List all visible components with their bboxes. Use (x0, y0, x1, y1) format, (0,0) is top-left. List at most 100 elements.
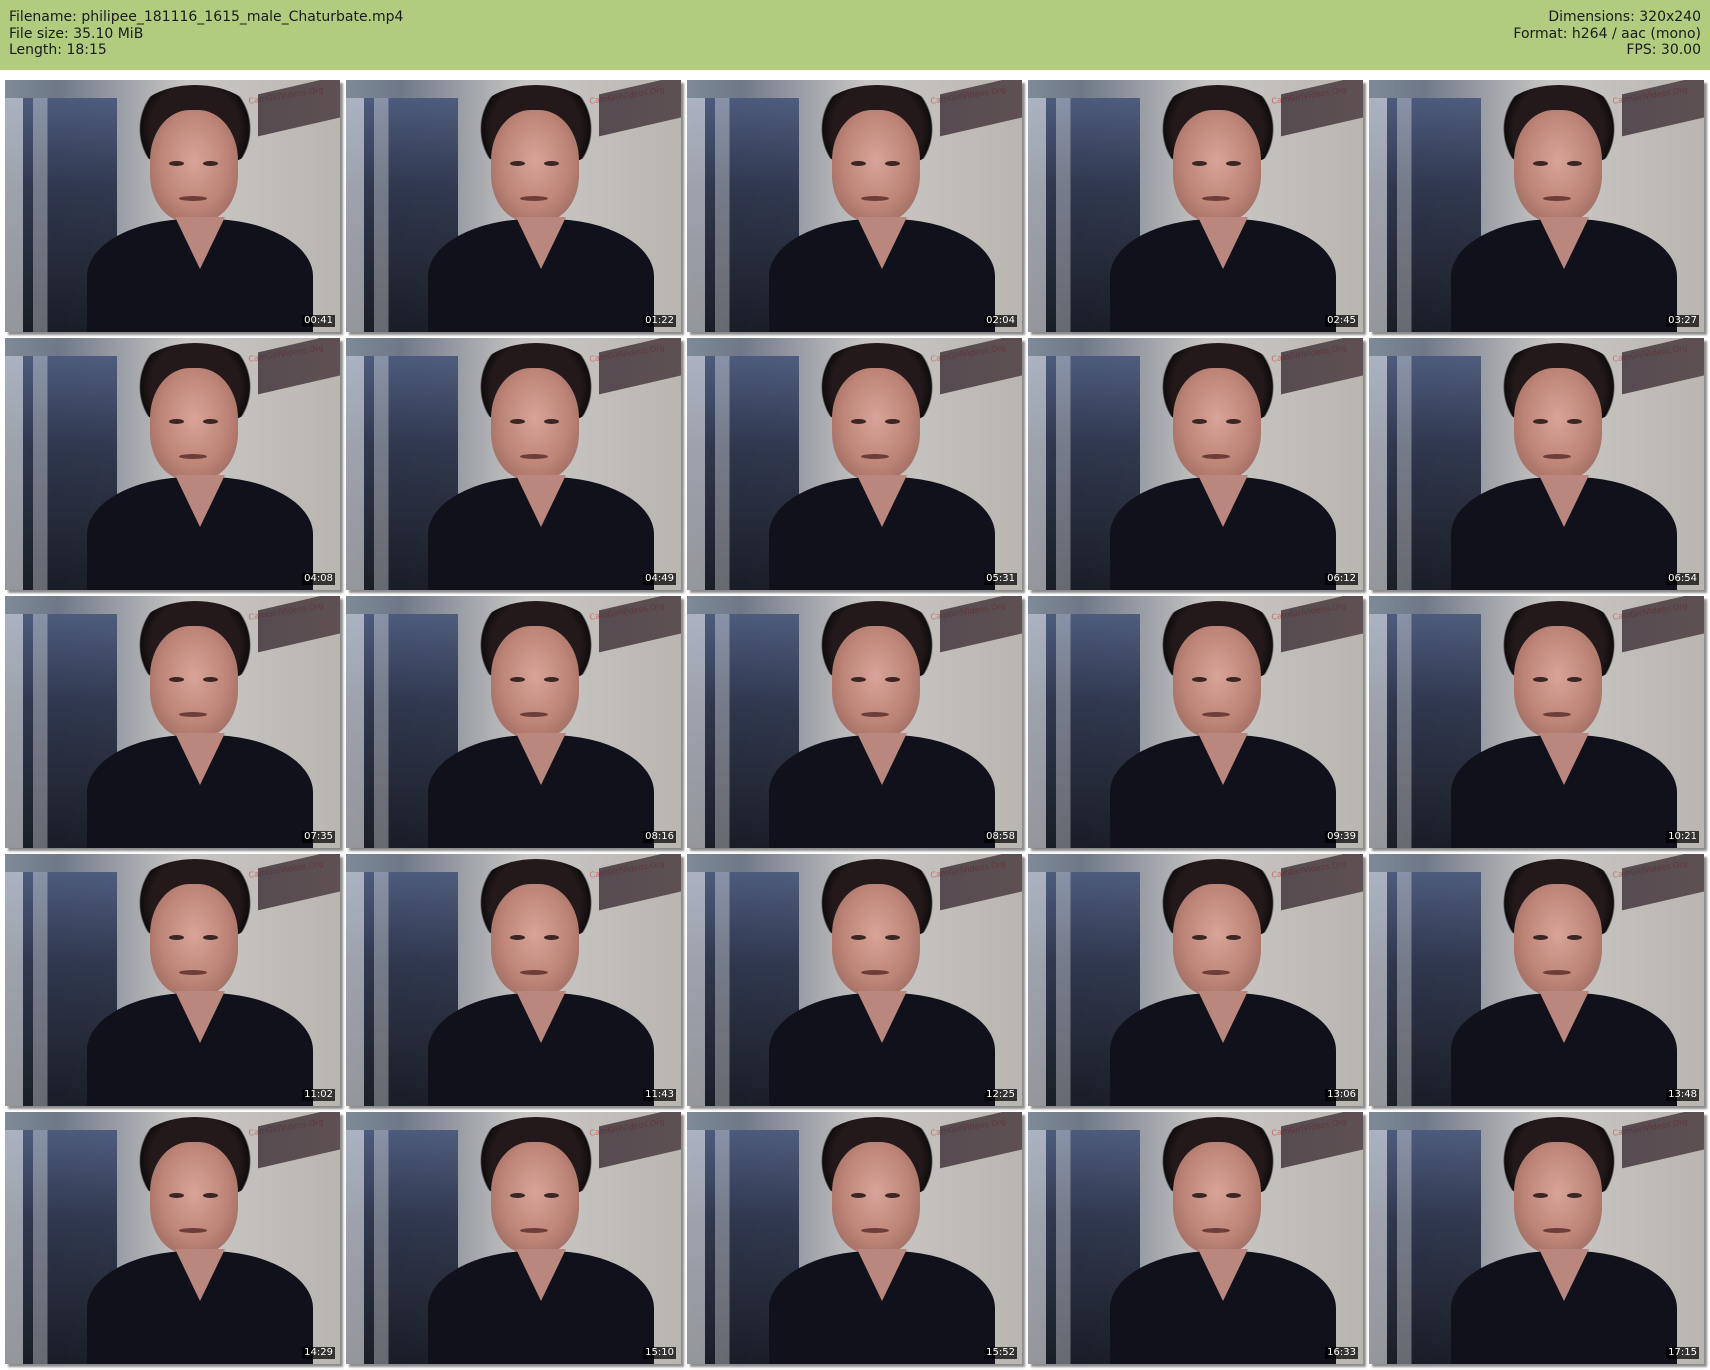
face-shape (832, 626, 920, 738)
shirt-shape (1451, 735, 1677, 848)
face-shape (491, 884, 579, 996)
shirt-shape (769, 1251, 995, 1364)
thumbnail-watermark: CamGirlVideos.Org (588, 859, 666, 880)
face-shape (1514, 1142, 1602, 1254)
video-thumbnail[interactable]: CamGirlVideos.Org 09:39 (1028, 596, 1363, 848)
thumbnail-watermark: CamGirlVideos.Org (1611, 85, 1689, 106)
shirt-shape (769, 735, 995, 848)
timestamp-label: 13:48 (1666, 1089, 1699, 1101)
video-thumbnail[interactable]: CamGirlVideos.Org 11:02 (5, 854, 340, 1106)
video-thumbnail[interactable]: CamGirlVideos.Org 04:49 (346, 338, 681, 590)
video-thumbnail[interactable]: CamGirlVideos.Org 04:08 (5, 338, 340, 590)
shirt-shape (769, 219, 995, 332)
video-thumbnail[interactable]: CamGirlVideos.Org 05:31 (687, 338, 1022, 590)
shirt-shape (87, 1251, 313, 1364)
face-shape (1173, 110, 1261, 222)
timestamp-label: 15:10 (643, 1347, 676, 1359)
timestamp-label: 12:25 (984, 1089, 1017, 1101)
face-shape (832, 884, 920, 996)
video-thumbnail[interactable]: CamGirlVideos.Org 02:45 (1028, 80, 1363, 332)
face-shape (491, 626, 579, 738)
timestamp-label: 14:29 (302, 1347, 335, 1359)
face-shape (150, 626, 238, 738)
timestamp-label: 04:49 (643, 573, 676, 585)
shirt-shape (428, 993, 654, 1106)
thumbnail-watermark: CamGirlVideos.Org (1270, 859, 1348, 880)
shirt-shape (87, 219, 313, 332)
thumbnail-watermark: CamGirlVideos.Org (588, 1117, 666, 1138)
shirt-shape (1110, 219, 1336, 332)
timestamp-label: 02:45 (1325, 315, 1358, 327)
thumbnail-watermark: CamGirlVideos.Org (929, 85, 1007, 106)
face-shape (150, 110, 238, 222)
shirt-shape (1110, 735, 1336, 848)
face-shape (1514, 110, 1602, 222)
timestamp-label: 16:33 (1325, 1347, 1358, 1359)
video-thumbnail[interactable]: CamGirlVideos.Org 08:58 (687, 596, 1022, 848)
timestamp-label: 01:22 (643, 315, 676, 327)
thumbnail-watermark: CamGirlVideos.Org (929, 859, 1007, 880)
video-thumbnail[interactable]: CamGirlVideos.Org 02:04 (687, 80, 1022, 332)
timestamp-label: 10:21 (1666, 831, 1699, 843)
face-shape (1173, 1142, 1261, 1254)
video-thumbnail[interactable]: CamGirlVideos.Org 08:16 (346, 596, 681, 848)
face-shape (491, 110, 579, 222)
video-thumbnail[interactable]: CamGirlVideos.Org 16:33 (1028, 1112, 1363, 1364)
face-shape (491, 1142, 579, 1254)
thumbnail-watermark: CamGirlVideos.Org (1611, 343, 1689, 364)
thumbnail-watermark: CamGirlVideos.Org (247, 601, 325, 622)
face-shape (832, 368, 920, 480)
thumbnail-watermark: CamGirlVideos.Org (929, 601, 1007, 622)
shirt-shape (1451, 219, 1677, 332)
shirt-shape (1110, 993, 1336, 1106)
video-thumbnail[interactable]: CamGirlVideos.Org 14:29 (5, 1112, 340, 1364)
thumbnail-grid: CamGirlVideos.Org 00:41 CamGirlVideos.Or… (0, 0, 1710, 1370)
timestamp-label: 06:12 (1325, 573, 1358, 585)
timestamp-label: 06:54 (1666, 573, 1699, 585)
video-thumbnail[interactable]: CamGirlVideos.Org 13:06 (1028, 854, 1363, 1106)
timestamp-label: 08:58 (984, 831, 1017, 843)
shirt-shape (87, 477, 313, 590)
thumbnail-watermark: CamGirlVideos.Org (1611, 1117, 1689, 1138)
face-shape (150, 1142, 238, 1254)
video-thumbnail[interactable]: CamGirlVideos.Org 15:10 (346, 1112, 681, 1364)
video-thumbnail[interactable]: CamGirlVideos.Org 15:52 (687, 1112, 1022, 1364)
face-shape (1173, 368, 1261, 480)
video-thumbnail[interactable]: CamGirlVideos.Org 10:21 (1369, 596, 1704, 848)
timestamp-label: 11:02 (302, 1089, 335, 1101)
timestamp-label: 07:35 (302, 831, 335, 843)
thumbnail-watermark: CamGirlVideos.Org (247, 85, 325, 106)
shirt-shape (87, 993, 313, 1106)
timestamp-label: 02:04 (984, 315, 1017, 327)
thumbnail-watermark: CamGirlVideos.Org (1611, 859, 1689, 880)
thumbnail-watermark: CamGirlVideos.Org (588, 601, 666, 622)
face-shape (491, 368, 579, 480)
thumbnail-watermark: CamGirlVideos.Org (247, 1117, 325, 1138)
video-thumbnail[interactable]: CamGirlVideos.Org 12:25 (687, 854, 1022, 1106)
timestamp-label: 13:06 (1325, 1089, 1358, 1101)
video-thumbnail[interactable]: CamGirlVideos.Org 03:27 (1369, 80, 1704, 332)
shirt-shape (769, 477, 995, 590)
shirt-shape (769, 993, 995, 1106)
face-shape (832, 110, 920, 222)
video-thumbnail[interactable]: CamGirlVideos.Org 17:15 (1369, 1112, 1704, 1364)
shirt-shape (428, 219, 654, 332)
face-shape (1173, 884, 1261, 996)
thumbnail-watermark: CamGirlVideos.Org (588, 85, 666, 106)
face-shape (150, 884, 238, 996)
timestamp-label: 17:15 (1666, 1347, 1699, 1359)
video-thumbnail[interactable]: CamGirlVideos.Org 11:43 (346, 854, 681, 1106)
video-thumbnail[interactable]: CamGirlVideos.Org 13:48 (1369, 854, 1704, 1106)
thumbnail-watermark: CamGirlVideos.Org (1611, 601, 1689, 622)
video-thumbnail[interactable]: CamGirlVideos.Org 01:22 (346, 80, 681, 332)
video-thumbnail[interactable]: CamGirlVideos.Org 06:12 (1028, 338, 1363, 590)
face-shape (1514, 626, 1602, 738)
shirt-shape (428, 1251, 654, 1364)
timestamp-label: 05:31 (984, 573, 1017, 585)
face-shape (1514, 368, 1602, 480)
thumbnail-watermark: CamGirlVideos.Org (247, 859, 325, 880)
video-thumbnail[interactable]: CamGirlVideos.Org 07:35 (5, 596, 340, 848)
video-thumbnail[interactable]: CamGirlVideos.Org 06:54 (1369, 338, 1704, 590)
thumbnail-watermark: CamGirlVideos.Org (929, 343, 1007, 364)
video-thumbnail[interactable]: CamGirlVideos.Org 00:41 (5, 80, 340, 332)
